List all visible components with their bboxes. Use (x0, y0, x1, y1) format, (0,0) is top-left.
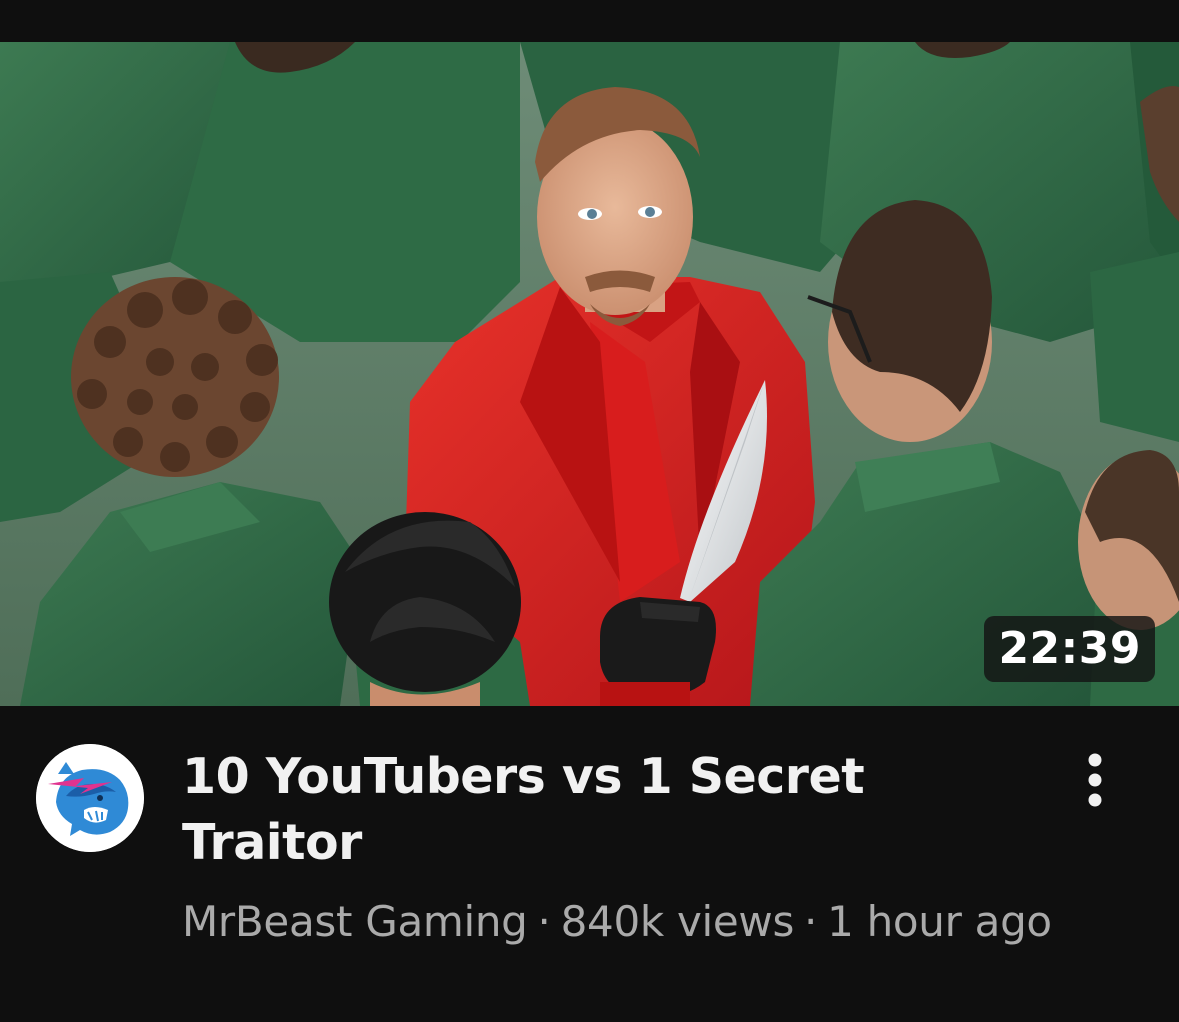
channel-name[interactable]: MrBeast Gaming (182, 897, 528, 946)
video-title[interactable]: 10 YouTubers vs 1 Secret Traitor (182, 744, 1002, 876)
video-duration-badge: 22:39 (984, 616, 1155, 682)
video-metadata: MrBeast Gaming · 840k views · 1 hour ago (182, 892, 1062, 952)
panther-logo-icon (36, 744, 144, 852)
more-options-button[interactable] (1068, 748, 1122, 812)
thumbnail-image (0, 42, 1179, 706)
meta-separator: · (804, 897, 818, 946)
more-vertical-icon (1088, 753, 1102, 807)
view-count: 840k views (560, 897, 795, 946)
video-card[interactable]: 22:39 10 YouTubers vs 1 Secret Traitor M… (0, 0, 1179, 1022)
meta-separator: · (537, 897, 551, 946)
channel-avatar[interactable] (36, 744, 144, 852)
upload-age: 1 hour ago (827, 897, 1052, 946)
top-strip (0, 0, 1179, 42)
video-thumbnail[interactable]: 22:39 (0, 42, 1179, 706)
video-info: 10 YouTubers vs 1 Secret Traitor MrBeast… (0, 706, 1179, 1022)
